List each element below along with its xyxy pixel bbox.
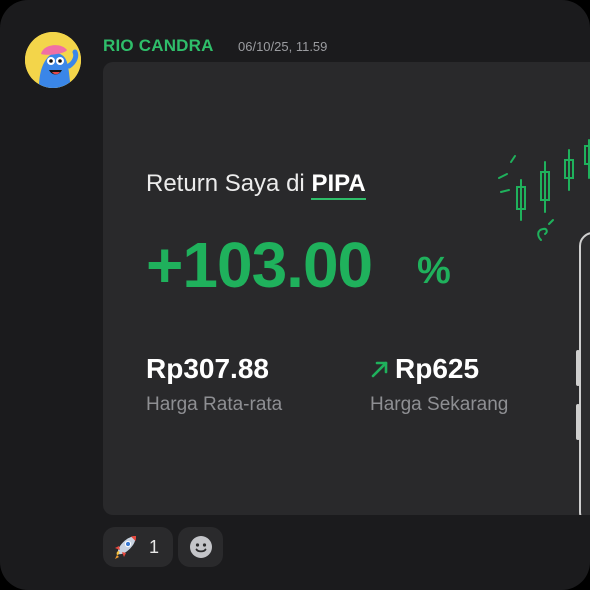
reaction-count: 1: [149, 536, 160, 557]
return-title: Return Saya di PIPA: [146, 170, 366, 200]
reaction-rocket-button[interactable]: 1: [103, 527, 173, 567]
message-author[interactable]: RIO CANDRA: [103, 36, 214, 56]
chat-window: RIO CANDRA 06/10/25, 11.59 Return Saya d…: [0, 0, 590, 590]
phone-illustration: [576, 232, 590, 515]
return-card[interactable]: Return Saya di PIPA +103.00 % Rp307.88 H…: [103, 62, 590, 515]
current-price: Rp625: [395, 353, 480, 384]
avatar-mascot-icon: [25, 32, 81, 88]
current-price-label: Harga Sekarang: [370, 394, 509, 415]
message-timestamp: 06/10/25, 11.59: [238, 39, 328, 54]
add-reaction-button[interactable]: [178, 527, 223, 567]
candlestick-decoration-icon: [498, 139, 590, 241]
return-title-prefix: Return Saya di: [146, 170, 305, 197]
return-unit: %: [417, 250, 451, 292]
average-price: Rp307.88: [146, 353, 269, 384]
stock-ticker[interactable]: PIPA: [311, 170, 366, 200]
rocket-icon: [115, 536, 136, 559]
avatar[interactable]: [25, 32, 81, 88]
return-percentage: +103.00: [146, 229, 373, 301]
smile-icon: [189, 536, 212, 558]
arrow-up-right-icon: [371, 361, 388, 378]
average-price-label: Harga Rata-rata: [146, 394, 283, 415]
